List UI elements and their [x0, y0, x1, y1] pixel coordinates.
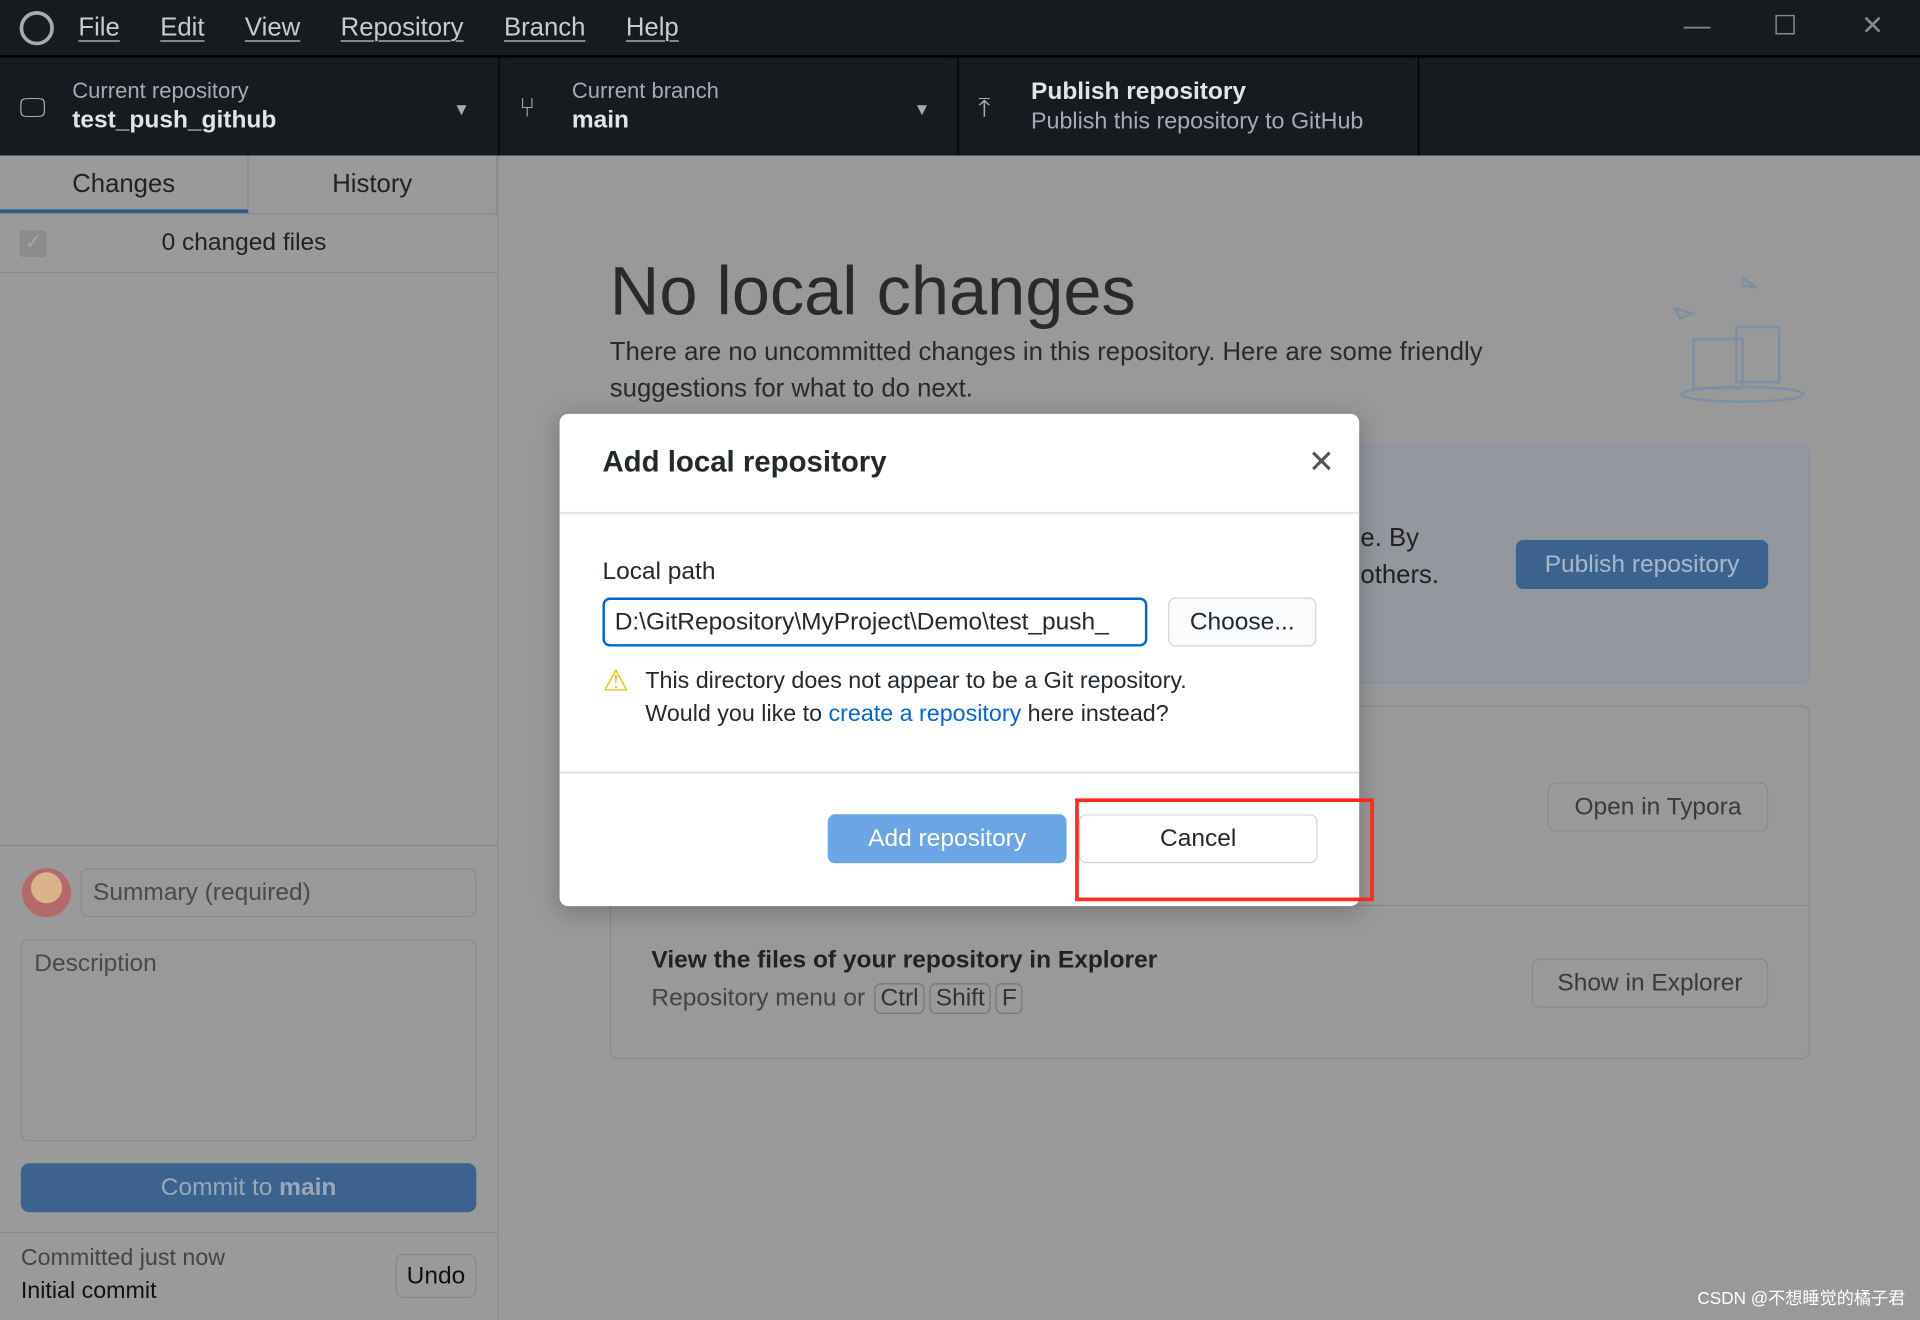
warning-message: ⚠ This directory does not appear to be a…: [602, 665, 1186, 731]
publish-subtitle: Publish this repository to GitHub: [1031, 108, 1364, 135]
monitor-icon: 🖵: [19, 91, 46, 123]
chevron-down-icon: ▼: [913, 99, 931, 119]
publish-card-text: e. By: [1360, 524, 1420, 553]
publish-repository-card-button[interactable]: Publish repository: [1515, 540, 1769, 589]
watermark: CSDN @不想睡觉的橘子君: [1697, 1288, 1906, 1308]
highlight-annotation: [1075, 798, 1374, 902]
kbd-shift: Shift: [929, 983, 991, 1014]
current-branch-value: main: [571, 106, 630, 134]
changed-files-count: 0 changed files: [161, 228, 327, 256]
sidebar: Changes History ✓ 0 changed files Summar…: [0, 155, 499, 1320]
menu-branch[interactable]: Branch: [504, 13, 585, 42]
warning-text: here instead?: [1021, 701, 1169, 728]
menu-edit[interactable]: Edit: [160, 13, 204, 42]
commit-prefix: Commit to: [160, 1174, 280, 1202]
menu-view[interactable]: View: [245, 13, 300, 42]
description-input[interactable]: Description: [20, 939, 477, 1142]
chevron-down-icon: ▼: [453, 99, 471, 119]
menu-help[interactable]: Help: [626, 13, 679, 42]
publish-title: Publish repository: [1031, 78, 1247, 106]
commit-panel: Summary (required) Description Commit to…: [0, 844, 498, 1320]
current-branch-label: Current branch: [571, 78, 719, 103]
menu-bar: File Edit View Repository Branch Help — …: [0, 0, 1920, 56]
illustration-icon: [1672, 275, 1805, 403]
close-window-icon[interactable]: ✕: [1861, 10, 1884, 42]
warning-line: This directory does not appear to be a G…: [645, 668, 1187, 695]
open-in-editor-button[interactable]: Open in Typora: [1547, 782, 1769, 832]
warning-text: Would you like to: [645, 701, 829, 728]
local-path-label: Local path: [602, 558, 716, 586]
github-logo-icon: [19, 10, 54, 45]
maximize-icon[interactable]: ☐: [1773, 10, 1797, 42]
menu-file[interactable]: File: [78, 13, 119, 42]
shortcut-prefix: Repository menu or: [651, 984, 866, 1012]
create-repository-link[interactable]: create a repository: [829, 702, 1022, 728]
menu-repository[interactable]: Repository: [341, 13, 464, 42]
show-in-explorer-button[interactable]: Show in Explorer: [1531, 958, 1769, 1008]
current-branch-button[interactable]: ⑂ Current branch main ▼: [500, 57, 959, 156]
add-repository-button[interactable]: Add repository: [827, 814, 1067, 864]
toolbar: 🖵 Current repository test_push_github ▼ …: [0, 55, 1920, 156]
warning-icon: ⚠: [602, 664, 629, 698]
publish-card-text: others.: [1360, 560, 1440, 589]
last-commit-message: Initial commit: [20, 1278, 157, 1305]
kbd-ctrl: Ctrl: [874, 983, 925, 1014]
upload-icon: ⤒: [978, 91, 991, 123]
explorer-title: View the files of your repository in Exp…: [651, 946, 1158, 974]
minimize-icon[interactable]: —: [1684, 10, 1711, 42]
commit-button[interactable]: Commit to main: [20, 1163, 477, 1213]
page-description: There are no uncommitted changes in this…: [609, 337, 1483, 403]
kbd-f: F: [995, 983, 1024, 1014]
publish-repository-button[interactable]: ⤒ Publish repository Publish this reposi…: [959, 57, 1420, 156]
page-title: No local changes: [609, 252, 1136, 330]
current-repository-label: Current repository: [72, 78, 249, 103]
tab-history[interactable]: History: [249, 155, 498, 214]
dialog-title: Add local repository: [602, 445, 887, 479]
close-icon[interactable]: ✕: [1308, 443, 1335, 481]
tab-changes[interactable]: Changes: [0, 155, 249, 214]
current-repository-value: test_push_github: [72, 106, 277, 134]
select-all-checkbox[interactable]: ✓: [19, 229, 47, 257]
explorer-shortcut: Repository menu or Ctrl Shift F: [651, 983, 1025, 1014]
commit-branch: main: [279, 1174, 337, 1202]
last-commit-time: Committed just now: [20, 1245, 226, 1272]
choose-button[interactable]: Choose...: [1168, 597, 1317, 647]
github-desktop-window: File Edit View Repository Branch Help — …: [0, 0, 1920, 1320]
branch-icon: ⑂: [519, 91, 536, 123]
avatar: [22, 868, 72, 918]
local-path-input[interactable]: D:\GitRepository\MyProject\Demo\test_pus…: [602, 597, 1148, 647]
undo-button[interactable]: Undo: [395, 1253, 477, 1298]
summary-input[interactable]: Summary (required): [80, 868, 477, 918]
current-repository-button[interactable]: 🖵 Current repository test_push_github ▼: [0, 57, 500, 156]
